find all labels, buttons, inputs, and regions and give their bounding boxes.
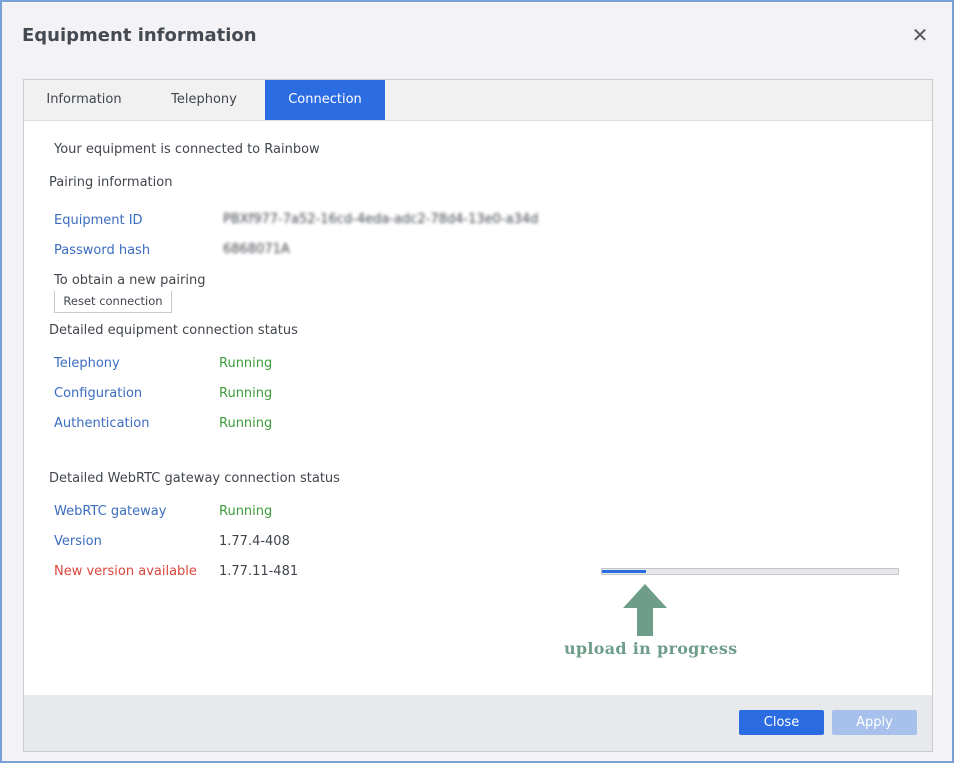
authentication-status-label: Authentication [54,416,150,431]
new-version-value: 1.77.11-481 [219,564,299,579]
version-value: 1.77.4-408 [219,534,290,549]
authentication-status-value: Running [219,416,273,431]
equipment-id-value: PBXf977-7a52-16cd-4eda-adc2-78d4-13e0-a3… [223,212,539,227]
new-pairing-text: To obtain a new pairing [54,273,206,288]
telephony-status-label: Telephony [54,356,120,371]
webrtc-gateway-label: WebRTC gateway [54,504,167,519]
webrtc-gateway-value: Running [219,504,273,519]
upload-progress-fill [602,570,646,573]
upload-annotation: upload in progress [564,639,738,658]
dialog-title: Equipment information [22,25,257,46]
password-hash-value: 6868071A [223,242,290,257]
connected-message: Your equipment is connected to Rainbow [54,142,320,157]
version-label: Version [54,534,102,549]
upload-progress-bar [601,568,899,575]
tab-connection[interactable]: Connection [265,80,385,120]
equipment-id-label: Equipment ID [54,213,143,228]
configuration-status-label: Configuration [54,386,143,401]
tab-information[interactable]: Information [24,80,144,120]
new-version-label: New version available [54,564,197,579]
tab-bar: Information Telephony Connection [24,80,932,121]
close-button[interactable]: Close [739,710,824,735]
apply-button[interactable]: Apply [832,710,917,735]
equipment-status-heading: Detailed equipment connection status [49,323,298,338]
webrtc-status-heading: Detailed WebRTC gateway connection statu… [49,471,340,486]
tab-telephony[interactable]: Telephony [144,80,264,120]
pairing-heading: Pairing information [49,175,173,190]
password-hash-label: Password hash [54,243,151,258]
equipment-information-dialog: Equipment information ✕ Information Tele… [0,0,954,763]
dialog-footer: Close Apply [24,695,932,751]
telephony-status-value: Running [219,356,273,371]
reset-connection-button[interactable]: Reset connection [54,291,172,313]
arrow-up-icon [623,584,667,636]
close-icon[interactable]: ✕ [910,24,930,46]
dialog-panel: Information Telephony Connection Your eq… [23,79,933,752]
configuration-status-value: Running [219,386,273,401]
